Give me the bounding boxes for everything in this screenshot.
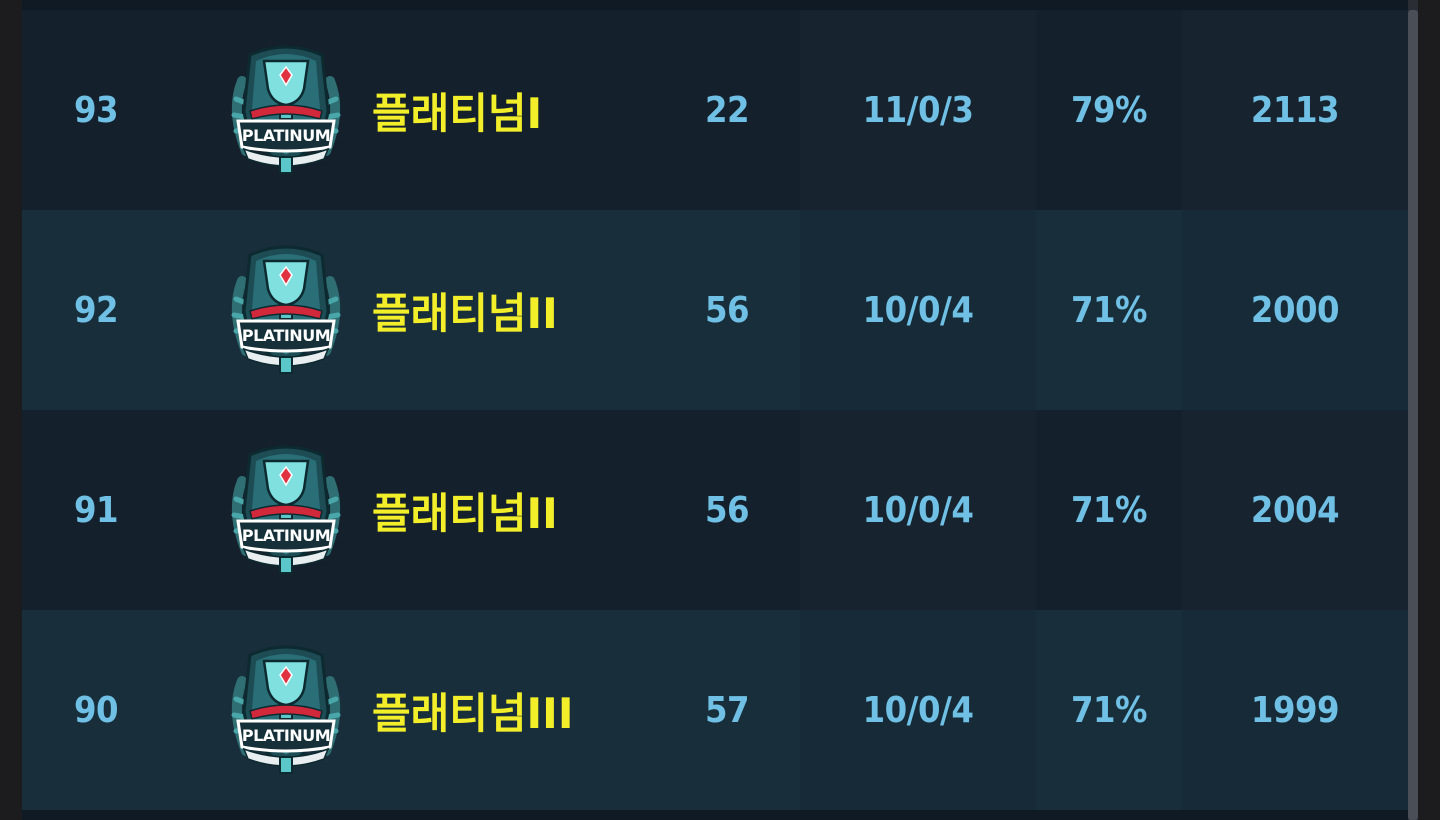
games-cell: 22 <box>654 10 800 210</box>
tier-label: 플래티넘II <box>372 288 558 338</box>
winrate-value: 71% <box>1070 489 1148 531</box>
score-value: 2113 <box>1250 89 1340 131</box>
record-value: 11/0/3 <box>862 89 974 131</box>
platinum-badge-icon: PLATINUM <box>231 45 341 174</box>
app-frame: 93 PLATINUM 플래티넘I 22 11/0/3 79% 2113 92 … <box>0 0 1440 820</box>
games-value: 56 <box>704 289 750 331</box>
rank-value: 93 <box>73 89 119 131</box>
winrate-value: 71% <box>1070 289 1148 331</box>
tier-label: 플래티넘I <box>372 88 543 138</box>
rank-cell: 91 <box>22 410 170 610</box>
record-cell: 10/0/4 <box>800 210 1036 410</box>
table-row[interactable]: 91 PLATINUM 플래티넘II 56 10/0/4 71% 2004 <box>22 410 1408 610</box>
platinum-badge-icon: PLATINUM <box>231 245 341 374</box>
games-value: 22 <box>704 89 750 131</box>
rank-cell: 90 <box>22 610 170 810</box>
score-value: 2004 <box>1250 489 1340 531</box>
games-cell: 57 <box>654 610 800 810</box>
winrate-cell: 79% <box>1036 10 1182 210</box>
rank-cell: 93 <box>22 10 170 210</box>
platinum-badge-icon: PLATINUM <box>231 445 341 574</box>
tier-label: 플래티넘III <box>372 688 574 738</box>
svg-text:PLATINUM: PLATINUM <box>242 726 330 745</box>
games-cell: 56 <box>654 210 800 410</box>
winrate-cell: 71% <box>1036 610 1182 810</box>
record-value: 10/0/4 <box>862 289 974 331</box>
score-cell: 1999 <box>1182 610 1408 810</box>
score-cell: 2004 <box>1182 410 1408 610</box>
winrate-cell: 71% <box>1036 410 1182 610</box>
record-cell: 11/0/3 <box>800 10 1036 210</box>
scrollbar-thumb[interactable] <box>1408 10 1418 820</box>
winrate-cell: 71% <box>1036 210 1182 410</box>
record-value: 10/0/4 <box>862 689 974 731</box>
rank-value: 91 <box>73 489 119 531</box>
leaderboard-rows: 93 PLATINUM 플래티넘I 22 11/0/3 79% 2113 92 … <box>22 10 1408 810</box>
score-cell: 2113 <box>1182 10 1408 210</box>
table-bottom-edge <box>22 810 1408 820</box>
record-cell: 10/0/4 <box>800 410 1036 610</box>
games-value: 57 <box>704 689 750 731</box>
rank-value: 90 <box>73 689 119 731</box>
platinum-badge-icon: PLATINUM <box>231 645 341 774</box>
tier-cell: PLATINUM 플래티넘I <box>170 10 654 210</box>
tier-cell: PLATINUM 플래티넘II <box>170 410 654 610</box>
svg-text:PLATINUM: PLATINUM <box>242 126 330 145</box>
winrate-value: 79% <box>1070 89 1148 131</box>
leaderboard-table: 93 PLATINUM 플래티넘I 22 11/0/3 79% 2113 92 … <box>22 0 1408 820</box>
table-row[interactable]: 92 PLATINUM 플래티넘II 56 10/0/4 71% 2000 <box>22 210 1408 410</box>
table-row[interactable]: 90 PLATINUM 플래티넘III 57 10/0/4 71% 1999 <box>22 610 1408 810</box>
score-cell: 2000 <box>1182 210 1408 410</box>
games-cell: 56 <box>654 410 800 610</box>
score-value: 2000 <box>1250 289 1340 331</box>
tier-label: 플래티넘II <box>372 488 558 538</box>
tier-cell: PLATINUM 플래티넘II <box>170 210 654 410</box>
record-value: 10/0/4 <box>862 489 974 531</box>
winrate-value: 71% <box>1070 689 1148 731</box>
games-value: 56 <box>704 489 750 531</box>
table-row[interactable]: 93 PLATINUM 플래티넘I 22 11/0/3 79% 2113 <box>22 10 1408 210</box>
rank-cell: 92 <box>22 210 170 410</box>
svg-text:PLATINUM: PLATINUM <box>242 526 330 545</box>
tier-cell: PLATINUM 플래티넘III <box>170 610 654 810</box>
svg-text:PLATINUM: PLATINUM <box>242 326 330 345</box>
rank-value: 92 <box>73 289 119 331</box>
record-cell: 10/0/4 <box>800 610 1036 810</box>
table-top-edge <box>22 0 1408 10</box>
score-value: 1999 <box>1250 689 1340 731</box>
